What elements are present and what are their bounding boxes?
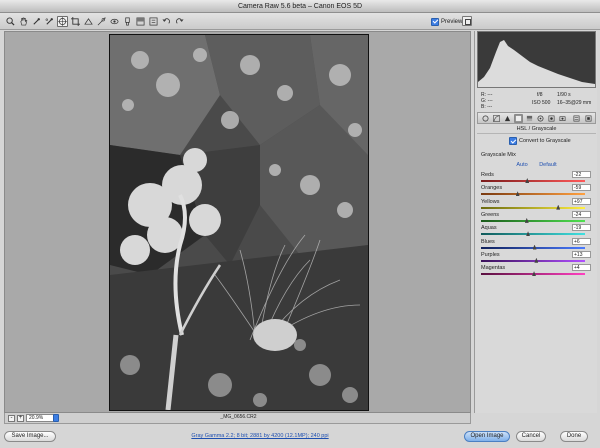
default-link[interactable]: Default xyxy=(539,162,556,168)
slider-label: Aquas xyxy=(481,225,497,232)
slider-value-field[interactable]: +4 xyxy=(572,264,591,272)
slider-value-field[interactable]: +97 xyxy=(572,197,591,205)
lens-value: 16–35@29 mm xyxy=(557,100,592,106)
red-eye-icon[interactable] xyxy=(109,16,120,27)
slider-label: Reds xyxy=(481,172,494,178)
slider-value-field[interactable]: +6 xyxy=(572,237,591,245)
presets-icon[interactable] xyxy=(572,114,581,123)
camera-calibration-icon[interactable] xyxy=(558,114,567,123)
slider-value-field[interactable]: -59 xyxy=(572,184,591,192)
done-button[interactable]: Done xyxy=(560,431,588,442)
tone-curve-icon[interactable] xyxy=(492,114,501,123)
image-canvas[interactable] xyxy=(4,31,471,413)
filename-label: _MG_0656.CR2 xyxy=(220,414,257,420)
split-toning-icon[interactable] xyxy=(525,114,534,123)
panel-tabs xyxy=(477,112,596,124)
rotate-right-icon[interactable] xyxy=(174,16,185,27)
rotate-left-icon[interactable] xyxy=(161,16,172,27)
slider-value-field[interactable]: -19 xyxy=(572,224,591,232)
slider-label: Greens xyxy=(481,211,500,218)
hsl-icon[interactable] xyxy=(514,114,523,123)
slider-track[interactable] xyxy=(481,246,585,249)
slider-label: Magentas xyxy=(481,265,506,272)
adjustment-panel: R: --- G: --- B: --- f/8 1/90 s ISO 500 … xyxy=(474,31,597,413)
convert-to-grayscale-label: Convert to Grayscale xyxy=(519,138,571,144)
toolbar: Preview xyxy=(0,13,600,30)
section-title: HSL / Grayscale xyxy=(477,125,596,134)
shutter-value: 1/90 s xyxy=(557,92,571,98)
white-balance-icon[interactable] xyxy=(31,16,42,27)
color-sampler-icon[interactable] xyxy=(44,16,55,27)
slider-track[interactable] xyxy=(481,206,585,209)
slider-label: Oranges xyxy=(481,185,503,192)
zoom-icon[interactable] xyxy=(5,16,16,27)
aperture-value: f/8 xyxy=(537,92,543,98)
histogram xyxy=(477,31,596,88)
detail-icon[interactable] xyxy=(503,114,512,123)
bottom-bar: Save Image... Gray Gamma 2.2; 8 bit; 288… xyxy=(0,426,600,448)
cancel-button[interactable]: Cancel xyxy=(516,431,546,442)
preview-label: Preview xyxy=(441,18,463,25)
save-image-button[interactable]: Save Image... xyxy=(4,431,56,442)
slider-label: Blues xyxy=(481,238,495,245)
convert-to-grayscale-checkbox[interactable] xyxy=(509,137,517,145)
effects-icon[interactable] xyxy=(547,114,556,123)
grayscale-mix-label: Grayscale Mix xyxy=(481,152,516,158)
slider-value-field[interactable]: -22 xyxy=(572,171,591,178)
hand-icon[interactable] xyxy=(18,16,29,27)
spot-removal-icon[interactable] xyxy=(96,16,107,27)
adjustment-brush-icon[interactable] xyxy=(122,16,133,27)
slider-track[interactable] xyxy=(481,233,585,236)
slider-row-oranges: Oranges -59 xyxy=(481,184,591,197)
aperture-icon[interactable] xyxy=(481,114,490,123)
slider-track[interactable] xyxy=(481,193,585,196)
preferences-icon[interactable] xyxy=(148,16,159,27)
slider-label: Yellows xyxy=(481,198,500,205)
targeted-adjustment-icon[interactable] xyxy=(57,16,68,27)
slider-track[interactable] xyxy=(481,180,585,182)
iso-value: ISO 500 xyxy=(532,100,551,106)
slider-track[interactable] xyxy=(481,219,585,222)
slider-label: Purples xyxy=(481,251,500,258)
open-image-button[interactable]: Open Image xyxy=(464,431,510,442)
straighten-icon[interactable] xyxy=(83,16,94,27)
slider-row-reds: Reds -22 xyxy=(481,171,591,184)
slider-row-greens: Greens -24 xyxy=(481,210,591,224)
fullscreen-icon[interactable] xyxy=(462,16,472,26)
readout-panel: R: --- G: --- B: --- f/8 1/90 s ISO 500 … xyxy=(477,89,596,111)
slider-value-field[interactable]: +13 xyxy=(572,250,591,258)
crop-icon[interactable] xyxy=(70,16,81,27)
slider-row-magentas: Magentas +4 xyxy=(481,264,591,277)
readout-b: B: --- xyxy=(481,104,493,110)
convert-to-grayscale-toggle[interactable]: Convert to Grayscale xyxy=(509,137,571,145)
mix-links: Auto Default xyxy=(475,162,598,168)
auto-link[interactable]: Auto xyxy=(516,162,527,168)
preview-checkbox[interactable] xyxy=(431,17,439,26)
grayscale-photo-image xyxy=(110,35,368,411)
window-title: Camera Raw 5.6 beta – Canon EOS 5D xyxy=(0,0,600,13)
graduated-filter-icon[interactable] xyxy=(135,16,146,27)
preview-toggle[interactable]: Preview xyxy=(431,16,462,27)
lens-icon[interactable] xyxy=(536,114,545,123)
slider-row-aquas: Aquas -19 xyxy=(481,224,591,237)
slider-row-blues: Blues +6 xyxy=(481,237,591,251)
photo-preview xyxy=(109,34,369,411)
slider-value-field[interactable]: -24 xyxy=(572,210,591,218)
slider-row-yellows: Yellows +97 xyxy=(481,197,591,211)
workflow-options-link[interactable]: Gray Gamma 2.2; 8 bit; 2881 by 4200 (12.… xyxy=(150,433,370,439)
slider-track[interactable] xyxy=(481,259,585,262)
status-bar: - + 20.9% _MG_0656.CR2 xyxy=(4,413,471,424)
snapshots-icon[interactable] xyxy=(584,114,593,123)
slider-row-purples: Purples +13 xyxy=(481,250,591,264)
